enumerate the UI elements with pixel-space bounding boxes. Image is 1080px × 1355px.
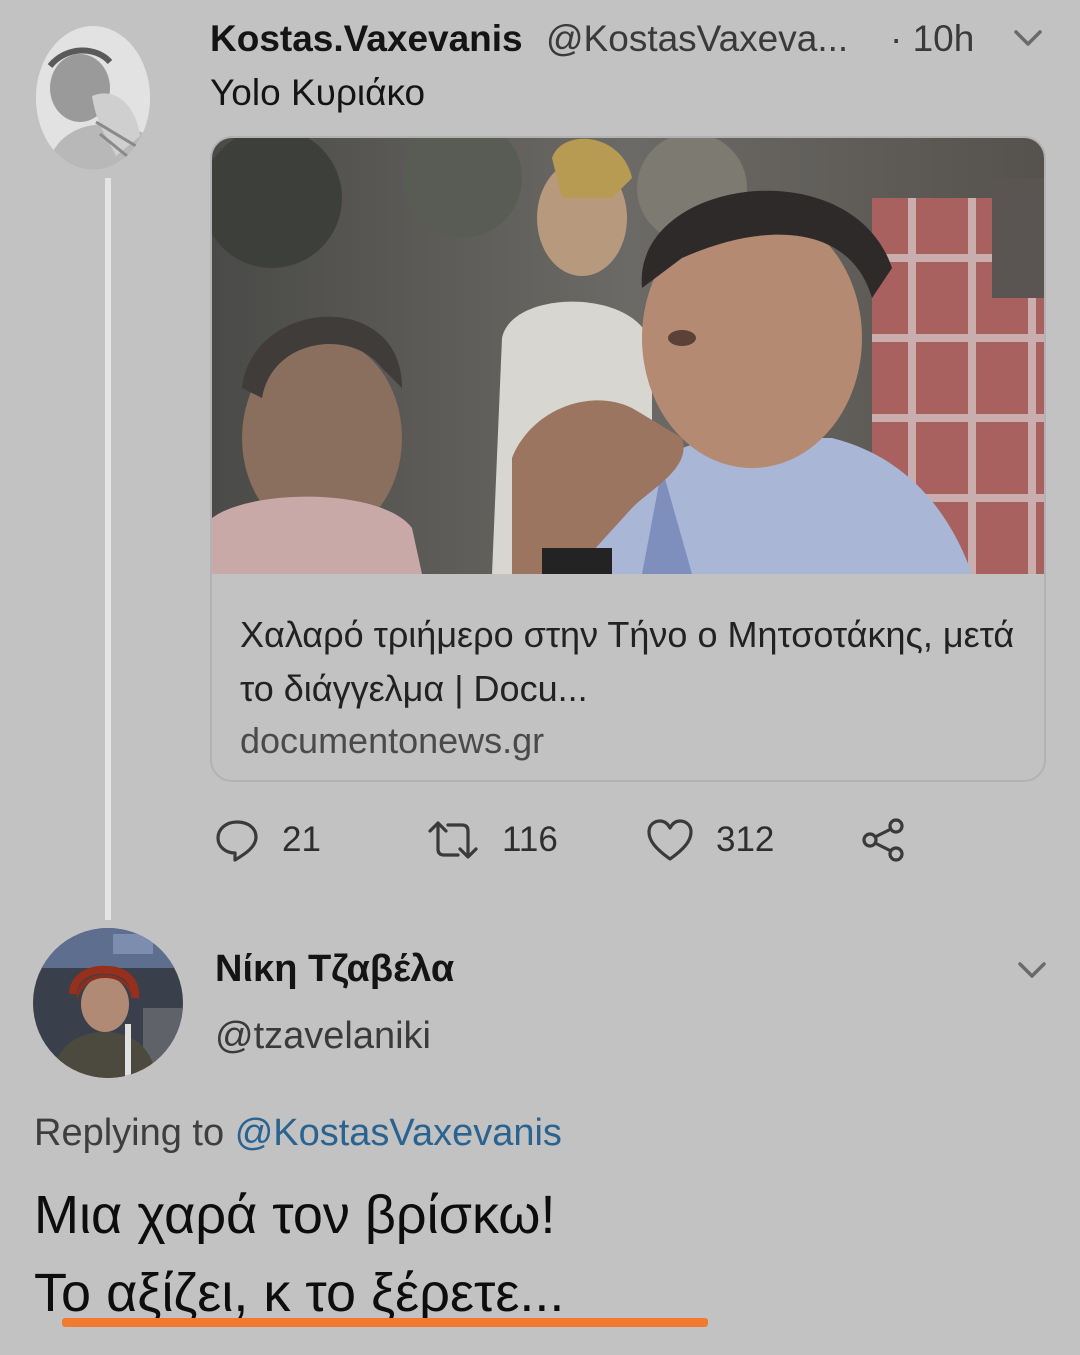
link-card-domain: documentonews.gr (240, 720, 545, 761)
chevron-down-icon[interactable] (1012, 956, 1052, 986)
replying-prefix: Replying to (34, 1112, 225, 1154)
author-handle[interactable]: @KostasVaxeva... (546, 18, 848, 60)
thread-line (105, 178, 111, 920)
highlight-underline (62, 1318, 708, 1327)
tweet-text: Yolo Κυριάκο (210, 72, 426, 113)
like-count: 312 (716, 820, 775, 859)
avatar-photo (33, 928, 183, 1078)
share-button[interactable] (860, 814, 910, 866)
reply-count: 21 (282, 820, 321, 859)
author-avatar[interactable] (36, 26, 150, 170)
like-icon (647, 819, 693, 861)
retweet-count: 116 (502, 820, 558, 859)
reply-author-name[interactable]: Νίκη Τζαβέλα (215, 948, 454, 991)
chevron-down-icon[interactable] (1008, 24, 1048, 54)
retweet-icon (428, 821, 478, 859)
reply-text: Μια χαρά τον βρίσκω! Το αξίζει, κ το ξέρ… (34, 1176, 564, 1332)
replying-to-line: Replying to @KostasVaxevanis (34, 1112, 562, 1155)
like-button[interactable]: 312 (646, 814, 774, 866)
reply-icon (216, 820, 258, 862)
reply-author-handle[interactable]: @tzavelaniki (215, 1015, 431, 1058)
tweet-timestamp[interactable]: · 10h (890, 18, 974, 60)
share-icon (862, 818, 904, 862)
replying-to-link[interactable]: @KostasVaxevanis (235, 1112, 562, 1154)
reply-author-avatar[interactable] (33, 928, 183, 1078)
author-name[interactable]: Kostas.Vaxevanis (210, 18, 523, 60)
link-card[interactable]: Χαλαρό τριήμερο στην Τήνο ο Μητσοτάκης, … (210, 136, 1046, 782)
reply-text-line: Μια χαρά τον βρίσκω! (34, 1185, 556, 1245)
link-card-image (212, 138, 1044, 574)
avatar-photo (36, 26, 150, 170)
retweet-button[interactable]: 116 (426, 814, 558, 866)
link-card-title: Χαλαρό τριήμερο στην Τήνο ο Μητσοτάκης, … (240, 614, 1015, 709)
reply-button[interactable]: 21 (214, 814, 321, 866)
